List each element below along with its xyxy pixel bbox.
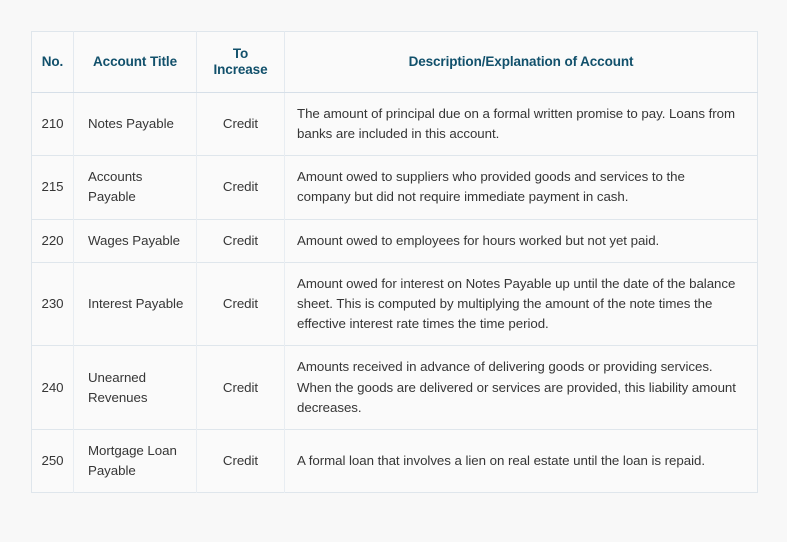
column-header-to-increase-line2: Increase — [213, 61, 268, 77]
account-table-container: No. Account Title To Increase Descriptio… — [31, 31, 758, 494]
cell-to-increase: Credit — [196, 345, 285, 430]
column-header-to-increase-line1: To — [232, 46, 249, 61]
column-header-account-title: Account Title — [73, 31, 197, 93]
cell-description: The amount of principal due on a formal … — [284, 92, 758, 156]
cell-account-number: 230 — [31, 261, 74, 346]
table-header: No. Account Title To Increase Descriptio… — [31, 31, 758, 93]
table-row: 220 Wages Payable Credit Amount owed to … — [31, 218, 758, 263]
cell-account-number: 210 — [31, 92, 74, 156]
table-row: 250 Mortgage Loan Payable Credit A forma… — [31, 429, 758, 493]
cell-description: Amount owed for interest on Notes Payabl… — [284, 261, 758, 346]
cell-account-number: 250 — [31, 429, 74, 493]
cell-account-title: Interest Payable — [73, 261, 197, 346]
cell-description: Amount owed to suppliers who provided go… — [284, 155, 758, 220]
cell-account-number: 240 — [31, 345, 74, 430]
cell-description: A formal loan that involves a lien on re… — [284, 429, 758, 493]
chart-of-accounts-table: No. Account Title To Increase Descriptio… — [31, 31, 758, 494]
cell-to-increase: Credit — [196, 92, 285, 156]
page-root: No. Account Title To Increase Descriptio… — [0, 0, 787, 542]
column-header-to-increase: To Increase — [196, 31, 285, 93]
cell-account-number: 215 — [31, 155, 74, 220]
table-row: 210 Notes Payable Credit The amount of p… — [31, 92, 758, 156]
cell-account-title: Unearned Revenues — [73, 345, 197, 430]
column-header-no: No. — [31, 31, 74, 93]
table-row: 215 Accounts Payable Credit Amount owed … — [31, 155, 758, 220]
cell-account-title: Notes Payable — [73, 92, 197, 156]
column-header-description: Description/Explanation of Account — [284, 31, 758, 93]
cell-description: Amount owed to employees for hours worke… — [284, 218, 758, 263]
cell-to-increase: Credit — [196, 261, 285, 346]
cell-account-title: Accounts Payable — [73, 155, 197, 220]
cell-account-title: Wages Payable — [73, 218, 197, 263]
cell-account-number: 220 — [31, 218, 74, 263]
table-body: 210 Notes Payable Credit The amount of p… — [31, 92, 758, 493]
cell-description: Amounts received in advance of deliverin… — [284, 345, 758, 430]
cell-account-title: Mortgage Loan Payable — [73, 429, 197, 493]
cell-to-increase: Credit — [196, 218, 285, 263]
cell-to-increase: Credit — [196, 429, 285, 493]
table-row: 240 Unearned Revenues Credit Amounts rec… — [31, 345, 758, 430]
table-header-row: No. Account Title To Increase Descriptio… — [31, 31, 758, 93]
cell-to-increase: Credit — [196, 155, 285, 220]
table-row: 230 Interest Payable Credit Amount owed … — [31, 261, 758, 346]
